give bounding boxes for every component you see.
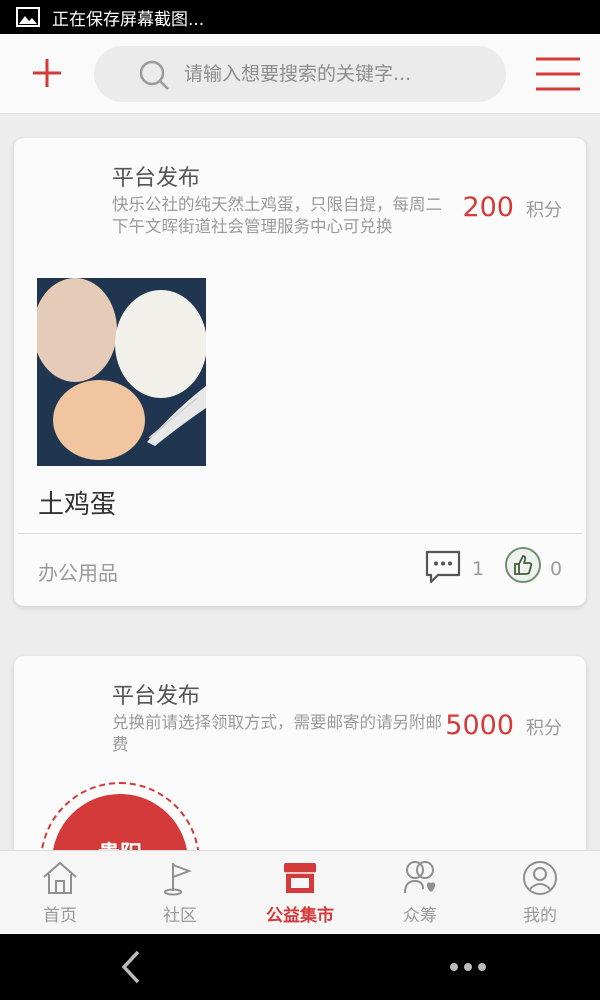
points-value: 5000: [445, 710, 514, 741]
comment-count: 1: [472, 558, 485, 580]
points-value: 200: [462, 192, 514, 223]
search-bar[interactable]: [94, 46, 506, 102]
product-card[interactable]: 平台发布 兑换前请选择领取方式，需要邮寄的请另附邮费 5000 积分 贵阳: [14, 656, 586, 850]
menu-icon[interactable]: [536, 56, 580, 92]
system-nav-bar: [0, 934, 600, 1000]
bottom-nav: 首页 社区 公益集市 众筹 我的: [0, 850, 600, 934]
product-card[interactable]: 平台发布 快乐公社的纯天然土鸡蛋，只限自提，每周二下午文晖街道社会管理服务中心可…: [14, 138, 586, 606]
publisher-name: 平台发布: [112, 684, 201, 709]
nav-label: 众筹: [403, 906, 437, 926]
crowdfund-icon: [404, 861, 435, 894]
top-bar: [0, 34, 600, 114]
nav-market[interactable]: 公益集市: [240, 851, 360, 935]
points-unit: 积分: [526, 200, 562, 221]
nav-label: 首页: [43, 906, 77, 926]
search-icon: [139, 60, 169, 90]
status-bar: 正在保存屏幕截图...: [0, 0, 600, 34]
nav-label: 公益集市: [266, 906, 334, 926]
product-category: 办公用品: [38, 561, 118, 585]
nav-crowdfund[interactable]: 众筹: [360, 851, 480, 935]
nav-label: 我的: [523, 906, 557, 926]
nav-home[interactable]: 首页: [0, 851, 120, 935]
nav-label: 社区: [163, 906, 197, 926]
comment-icon[interactable]: [424, 548, 462, 586]
product-image[interactable]: [37, 278, 206, 466]
product-description: 快乐公社的纯天然土鸡蛋，只限自提，每周二下午文晖街道社会管理服务中心可兑换: [112, 195, 442, 236]
product-feed: 平台发布 快乐公社的纯天然土鸡蛋，只限自提，每周二下午文晖街道社会管理服务中心可…: [0, 114, 600, 850]
stamp-text: 贵阳: [52, 836, 188, 850]
back-icon[interactable]: [116, 949, 146, 985]
stamp-badge: 贵阳: [52, 794, 188, 850]
product-title: 土鸡蛋: [38, 490, 117, 520]
publisher-name: 平台发布: [112, 166, 201, 191]
nav-profile[interactable]: 我的: [480, 851, 600, 935]
points-price: 200 积分: [462, 192, 562, 223]
card-divider: [18, 533, 582, 534]
product-image[interactable]: 贵阳: [40, 782, 200, 850]
home-icon: [43, 861, 77, 894]
search-input[interactable]: [184, 46, 484, 102]
like-count: 0: [550, 558, 563, 580]
more-icon[interactable]: [448, 960, 488, 974]
points-unit: 积分: [526, 718, 562, 739]
nav-community[interactable]: 社区: [120, 851, 240, 935]
user-icon: [523, 861, 557, 895]
points-price: 5000 积分: [445, 710, 562, 741]
status-text: 正在保存屏幕截图...: [52, 9, 205, 30]
store-icon: [284, 863, 316, 893]
flag-icon: [164, 863, 192, 896]
image-icon: [16, 7, 40, 27]
thumbs-up-icon[interactable]: [504, 546, 542, 584]
add-icon[interactable]: [30, 56, 64, 90]
product-description: 兑换前请选择领取方式，需要邮寄的请另附邮费: [112, 713, 442, 754]
